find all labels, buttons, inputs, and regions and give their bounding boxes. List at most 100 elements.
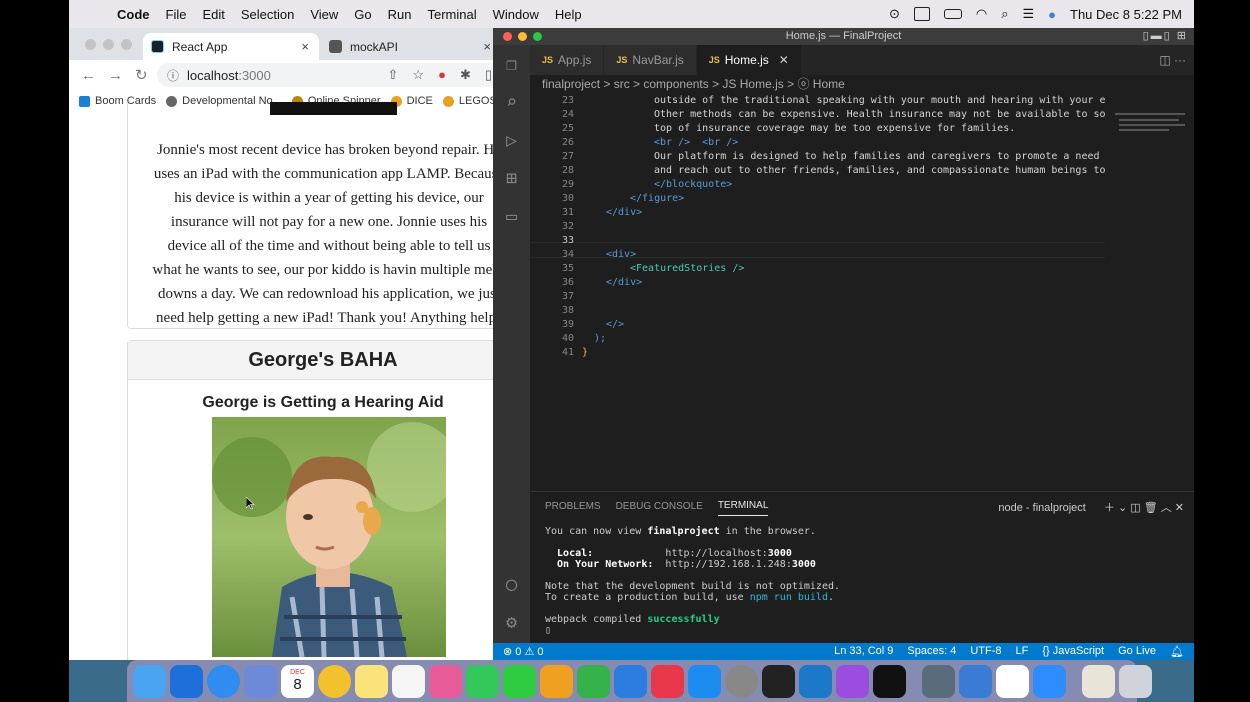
account-icon[interactable]: ◯ bbox=[493, 565, 530, 603]
share-icon[interactable]: ⇧ bbox=[388, 67, 399, 83]
close-tab-icon[interactable]: × bbox=[483, 39, 491, 54]
menu-terminal[interactable]: Terminal bbox=[428, 7, 477, 22]
explorer-icon[interactable]: ❐ bbox=[493, 45, 530, 83]
zoom-window-button[interactable] bbox=[533, 32, 542, 41]
vscode-icon[interactable] bbox=[799, 664, 832, 698]
control-center-icon[interactable]: ☰ bbox=[1022, 6, 1034, 22]
podcasts-icon[interactable] bbox=[836, 664, 869, 698]
news-icon[interactable] bbox=[651, 664, 684, 698]
spotlight-icon[interactable]: ⌕ bbox=[1001, 6, 1008, 22]
photos-icon[interactable] bbox=[429, 664, 462, 698]
tab-terminal[interactable]: TERMINAL bbox=[717, 500, 769, 516]
system-preferences-icon[interactable] bbox=[725, 664, 758, 698]
cursor-position[interactable]: Ln 33, Col 9 bbox=[834, 645, 893, 658]
menu-app-name[interactable]: Code bbox=[117, 7, 150, 22]
facetime-icon[interactable] bbox=[503, 664, 536, 698]
address-bar[interactable]: ⓘ localhost:3000 ⇧ ☆ ● ✱ ▯ bbox=[157, 63, 502, 87]
terminal-selector[interactable]: node - finalproject bbox=[998, 502, 1085, 514]
encoding[interactable]: UTF-8 bbox=[970, 645, 1001, 658]
settings-gear-icon[interactable]: ⚙ bbox=[493, 603, 530, 641]
close-tab-icon[interactable]: ✕ bbox=[779, 53, 789, 67]
tab-mockapi[interactable]: mockAPI × bbox=[321, 33, 501, 60]
reminders-icon[interactable] bbox=[392, 664, 425, 698]
trash-icon[interactable] bbox=[1119, 664, 1152, 698]
display-icon[interactable] bbox=[913, 7, 930, 21]
preview-icon[interactable] bbox=[922, 664, 955, 698]
menu-edit[interactable]: Edit bbox=[202, 7, 224, 22]
tab-app-js[interactable]: JS App.js bbox=[530, 45, 605, 75]
menu-selection[interactable]: Selection bbox=[241, 7, 294, 22]
numbers-icon[interactable] bbox=[577, 664, 610, 698]
siri-icon[interactable]: ● bbox=[1048, 7, 1056, 22]
reload-icon[interactable]: ↻ bbox=[135, 67, 160, 84]
remote-explorer-icon[interactable]: ▭ bbox=[493, 197, 530, 235]
bell-icon[interactable]: 🔔︎ bbox=[1170, 645, 1184, 658]
line-number: 34 bbox=[561, 249, 574, 260]
terminal-output[interactable]: You can now view finalproject in the bro… bbox=[545, 526, 840, 636]
pages-icon[interactable] bbox=[540, 664, 573, 698]
menu-run[interactable]: Run bbox=[388, 7, 412, 22]
problems-count[interactable]: ⊗ 0 ⚠ 0 bbox=[503, 645, 543, 658]
chrome-icon[interactable] bbox=[318, 664, 351, 698]
menu-window[interactable]: Window bbox=[493, 7, 539, 22]
run-debug-icon[interactable]: ▷ bbox=[493, 121, 530, 159]
extension-icon[interactable]: ● bbox=[438, 67, 446, 83]
apple-tv-icon[interactable] bbox=[873, 664, 906, 698]
close-window-button[interactable] bbox=[85, 39, 96, 50]
line-number: 32 bbox=[561, 221, 574, 232]
add-terminal-icon[interactable]: ＋ ⌄ ◫ 🗑 ︿ ✕ bbox=[1104, 502, 1184, 514]
terminal-text: webpack compiled bbox=[545, 614, 648, 625]
breadcrumb[interactable]: finalproject > src > components > JS Hom… bbox=[530, 75, 1194, 91]
outlook-icon[interactable] bbox=[170, 664, 203, 698]
indentation[interactable]: Spaces: 4 bbox=[907, 645, 956, 658]
puzzle-icon[interactable]: ✱ bbox=[460, 67, 471, 83]
minimap[interactable] bbox=[1105, 91, 1194, 491]
finder-icon[interactable] bbox=[133, 664, 166, 698]
close-window-button[interactable] bbox=[503, 32, 512, 41]
screen-sharing-icon[interactable] bbox=[959, 664, 992, 698]
tab-home-js[interactable]: JS Home.js ✕ bbox=[696, 45, 802, 75]
calendar-icon[interactable]: DEC 8 bbox=[281, 664, 314, 698]
sidepanel-icon[interactable]: ▯ bbox=[485, 67, 492, 83]
split-editor-icon[interactable]: ◫ ··· bbox=[1159, 53, 1186, 67]
close-tab-icon[interactable]: × bbox=[301, 39, 309, 54]
battery-icon[interactable] bbox=[943, 9, 962, 19]
go-live-button[interactable]: Go Live bbox=[1118, 645, 1156, 658]
notes-icon[interactable] bbox=[355, 664, 388, 698]
menu-file[interactable]: File bbox=[166, 7, 187, 22]
downloads-icon[interactable] bbox=[1082, 664, 1115, 698]
code-editor[interactable]: 23 outside of the traditional speaking wi… bbox=[530, 91, 1118, 491]
tab-debug-console[interactable]: DEBUG CONSOLE bbox=[616, 501, 703, 512]
tab-react-app[interactable]: React App × bbox=[143, 33, 319, 60]
mockapi-icon bbox=[329, 40, 342, 53]
messages-icon[interactable] bbox=[466, 664, 499, 698]
zoom-window-button[interactable] bbox=[121, 39, 132, 50]
info-icon[interactable]: ⓘ bbox=[167, 67, 179, 84]
forward-icon[interactable]: → bbox=[108, 67, 135, 84]
menu-help[interactable]: Help bbox=[555, 7, 582, 22]
minimize-window-button[interactable] bbox=[518, 32, 527, 41]
zoom-icon[interactable] bbox=[1033, 664, 1066, 698]
search-icon[interactable]: ⌕ bbox=[493, 83, 530, 121]
tab-navbar-js[interactable]: JS NavBar.js bbox=[604, 45, 697, 75]
language-mode[interactable]: {} JavaScript bbox=[1042, 645, 1104, 658]
slack-icon[interactable] bbox=[996, 664, 1029, 698]
menu-view[interactable]: View bbox=[310, 7, 338, 22]
launchpad-icon[interactable] bbox=[244, 664, 277, 698]
code-line: top of insurance coverage may be too exp… bbox=[654, 123, 1016, 134]
safari-icon[interactable] bbox=[207, 664, 240, 698]
minimize-window-button[interactable] bbox=[103, 39, 114, 50]
layout-controls-icon[interactable]: ▯▬▯ ⊞ bbox=[1143, 28, 1188, 45]
back-icon[interactable]: ← bbox=[81, 67, 108, 84]
clock[interactable]: Thu Dec 8 5:22 PM bbox=[1070, 7, 1182, 22]
extensions-icon[interactable]: ⊞ bbox=[493, 159, 530, 197]
line-ending[interactable]: LF bbox=[1016, 645, 1029, 658]
wifi-icon[interactable]: ◠ bbox=[976, 6, 987, 22]
menu-go[interactable]: Go bbox=[354, 7, 371, 22]
terminal-icon[interactable] bbox=[762, 664, 795, 698]
screen-record-icon[interactable]: ⊙ bbox=[889, 6, 900, 22]
bookmark-star-icon[interactable]: ☆ bbox=[412, 67, 424, 83]
keynote-icon[interactable] bbox=[614, 664, 647, 698]
tab-problems[interactable]: PROBLEMS bbox=[545, 501, 601, 512]
app-store-icon[interactable] bbox=[688, 664, 721, 698]
